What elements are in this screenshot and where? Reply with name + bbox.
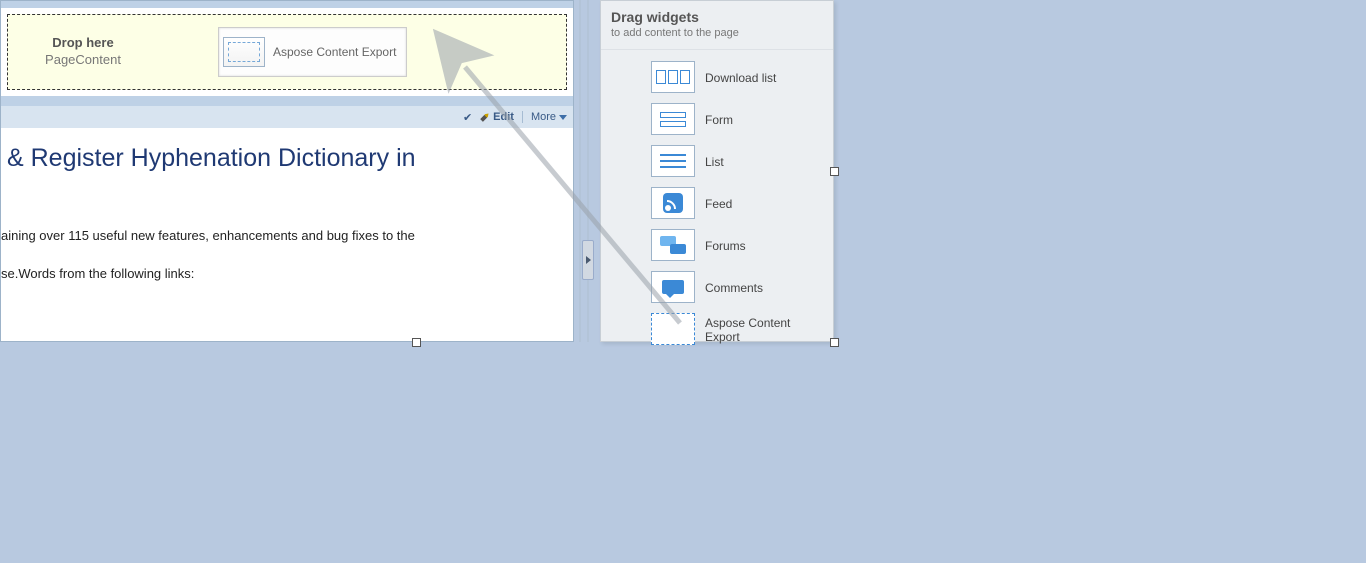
- panel-splitter[interactable]: [576, 0, 602, 342]
- resize-handle[interactable]: [830, 167, 839, 176]
- widget-label: Aspose Content Export: [705, 316, 827, 344]
- widget-item-comments[interactable]: Comments: [603, 268, 831, 308]
- approve-icon[interactable]: ✔: [463, 111, 472, 124]
- form-icon: [651, 103, 695, 135]
- article-line-2: se.Words from the following links:: [1, 265, 573, 283]
- widget-item-form[interactable]: Form: [603, 100, 831, 140]
- dropzone-subtitle: PageContent: [8, 52, 158, 69]
- dragged-widget-label: Aspose Content Export: [273, 45, 396, 59]
- widget-label: Forums: [705, 239, 746, 253]
- widget-label: Form: [705, 113, 733, 127]
- aspose-export-icon: [651, 313, 695, 345]
- editor-topbar: [1, 1, 573, 8]
- widget-item-list[interactable]: List: [603, 142, 831, 182]
- dropzone-container: Drop here PageContent Aspose Content Exp…: [7, 14, 567, 90]
- content-toolbar: ✔ Edit More: [1, 106, 573, 128]
- splitter-toggle[interactable]: [582, 240, 594, 280]
- widget-thumb-icon: [223, 37, 265, 67]
- dropzone-title: Drop here: [8, 35, 158, 52]
- dropzone-pagecontent[interactable]: Drop here PageContent Aspose Content Exp…: [7, 14, 567, 90]
- widget-item-aspose-export[interactable]: Aspose Content Export: [603, 310, 831, 350]
- widget-label: Comments: [705, 281, 763, 295]
- edit-button[interactable]: Edit: [480, 111, 514, 123]
- article-line-1: aining over 115 useful new features, enh…: [1, 227, 573, 245]
- widgets-panel-title: Drag widgets: [611, 9, 823, 25]
- editor-midbar: [1, 96, 573, 106]
- widgets-list: Download list Form List Feed: [601, 50, 833, 358]
- widgets-panel: Drag widgets to add content to the page …: [600, 0, 834, 342]
- edit-label: Edit: [493, 111, 514, 123]
- widget-item-forums[interactable]: Forums: [603, 226, 831, 266]
- widgets-panel-subtitle: to add content to the page: [611, 27, 823, 39]
- chevron-down-icon: [559, 115, 567, 120]
- list-icon: [651, 145, 695, 177]
- resize-handle[interactable]: [830, 338, 839, 347]
- widget-label: Download list: [705, 71, 776, 85]
- forums-icon: [651, 229, 695, 261]
- feed-icon: [651, 187, 695, 219]
- widget-label: List: [705, 155, 724, 169]
- toolbar-separator: [522, 111, 523, 123]
- widget-label: Feed: [705, 197, 732, 211]
- widget-item-feed[interactable]: Feed: [603, 184, 831, 224]
- dragged-widget-preview[interactable]: Aspose Content Export: [218, 27, 407, 77]
- resize-handle[interactable]: [412, 338, 421, 347]
- chevron-right-icon: [586, 256, 591, 264]
- pencil-icon: [478, 110, 492, 124]
- more-button[interactable]: More: [531, 111, 567, 123]
- comments-icon: [651, 271, 695, 303]
- widget-item-download-list[interactable]: Download list: [603, 58, 831, 98]
- more-label: More: [531, 111, 556, 123]
- dropzone-label: Drop here PageContent: [8, 35, 158, 69]
- content-body: & Register Hyphenation Dictionary in ain…: [1, 128, 573, 283]
- download-list-icon: [651, 61, 695, 93]
- article-headline: & Register Hyphenation Dictionary in: [7, 144, 573, 173]
- widgets-panel-header: Drag widgets to add content to the page: [601, 1, 833, 50]
- stage: Drop here PageContent Aspose Content Exp…: [0, 0, 1366, 563]
- editor-panel: Drop here PageContent Aspose Content Exp…: [0, 0, 574, 342]
